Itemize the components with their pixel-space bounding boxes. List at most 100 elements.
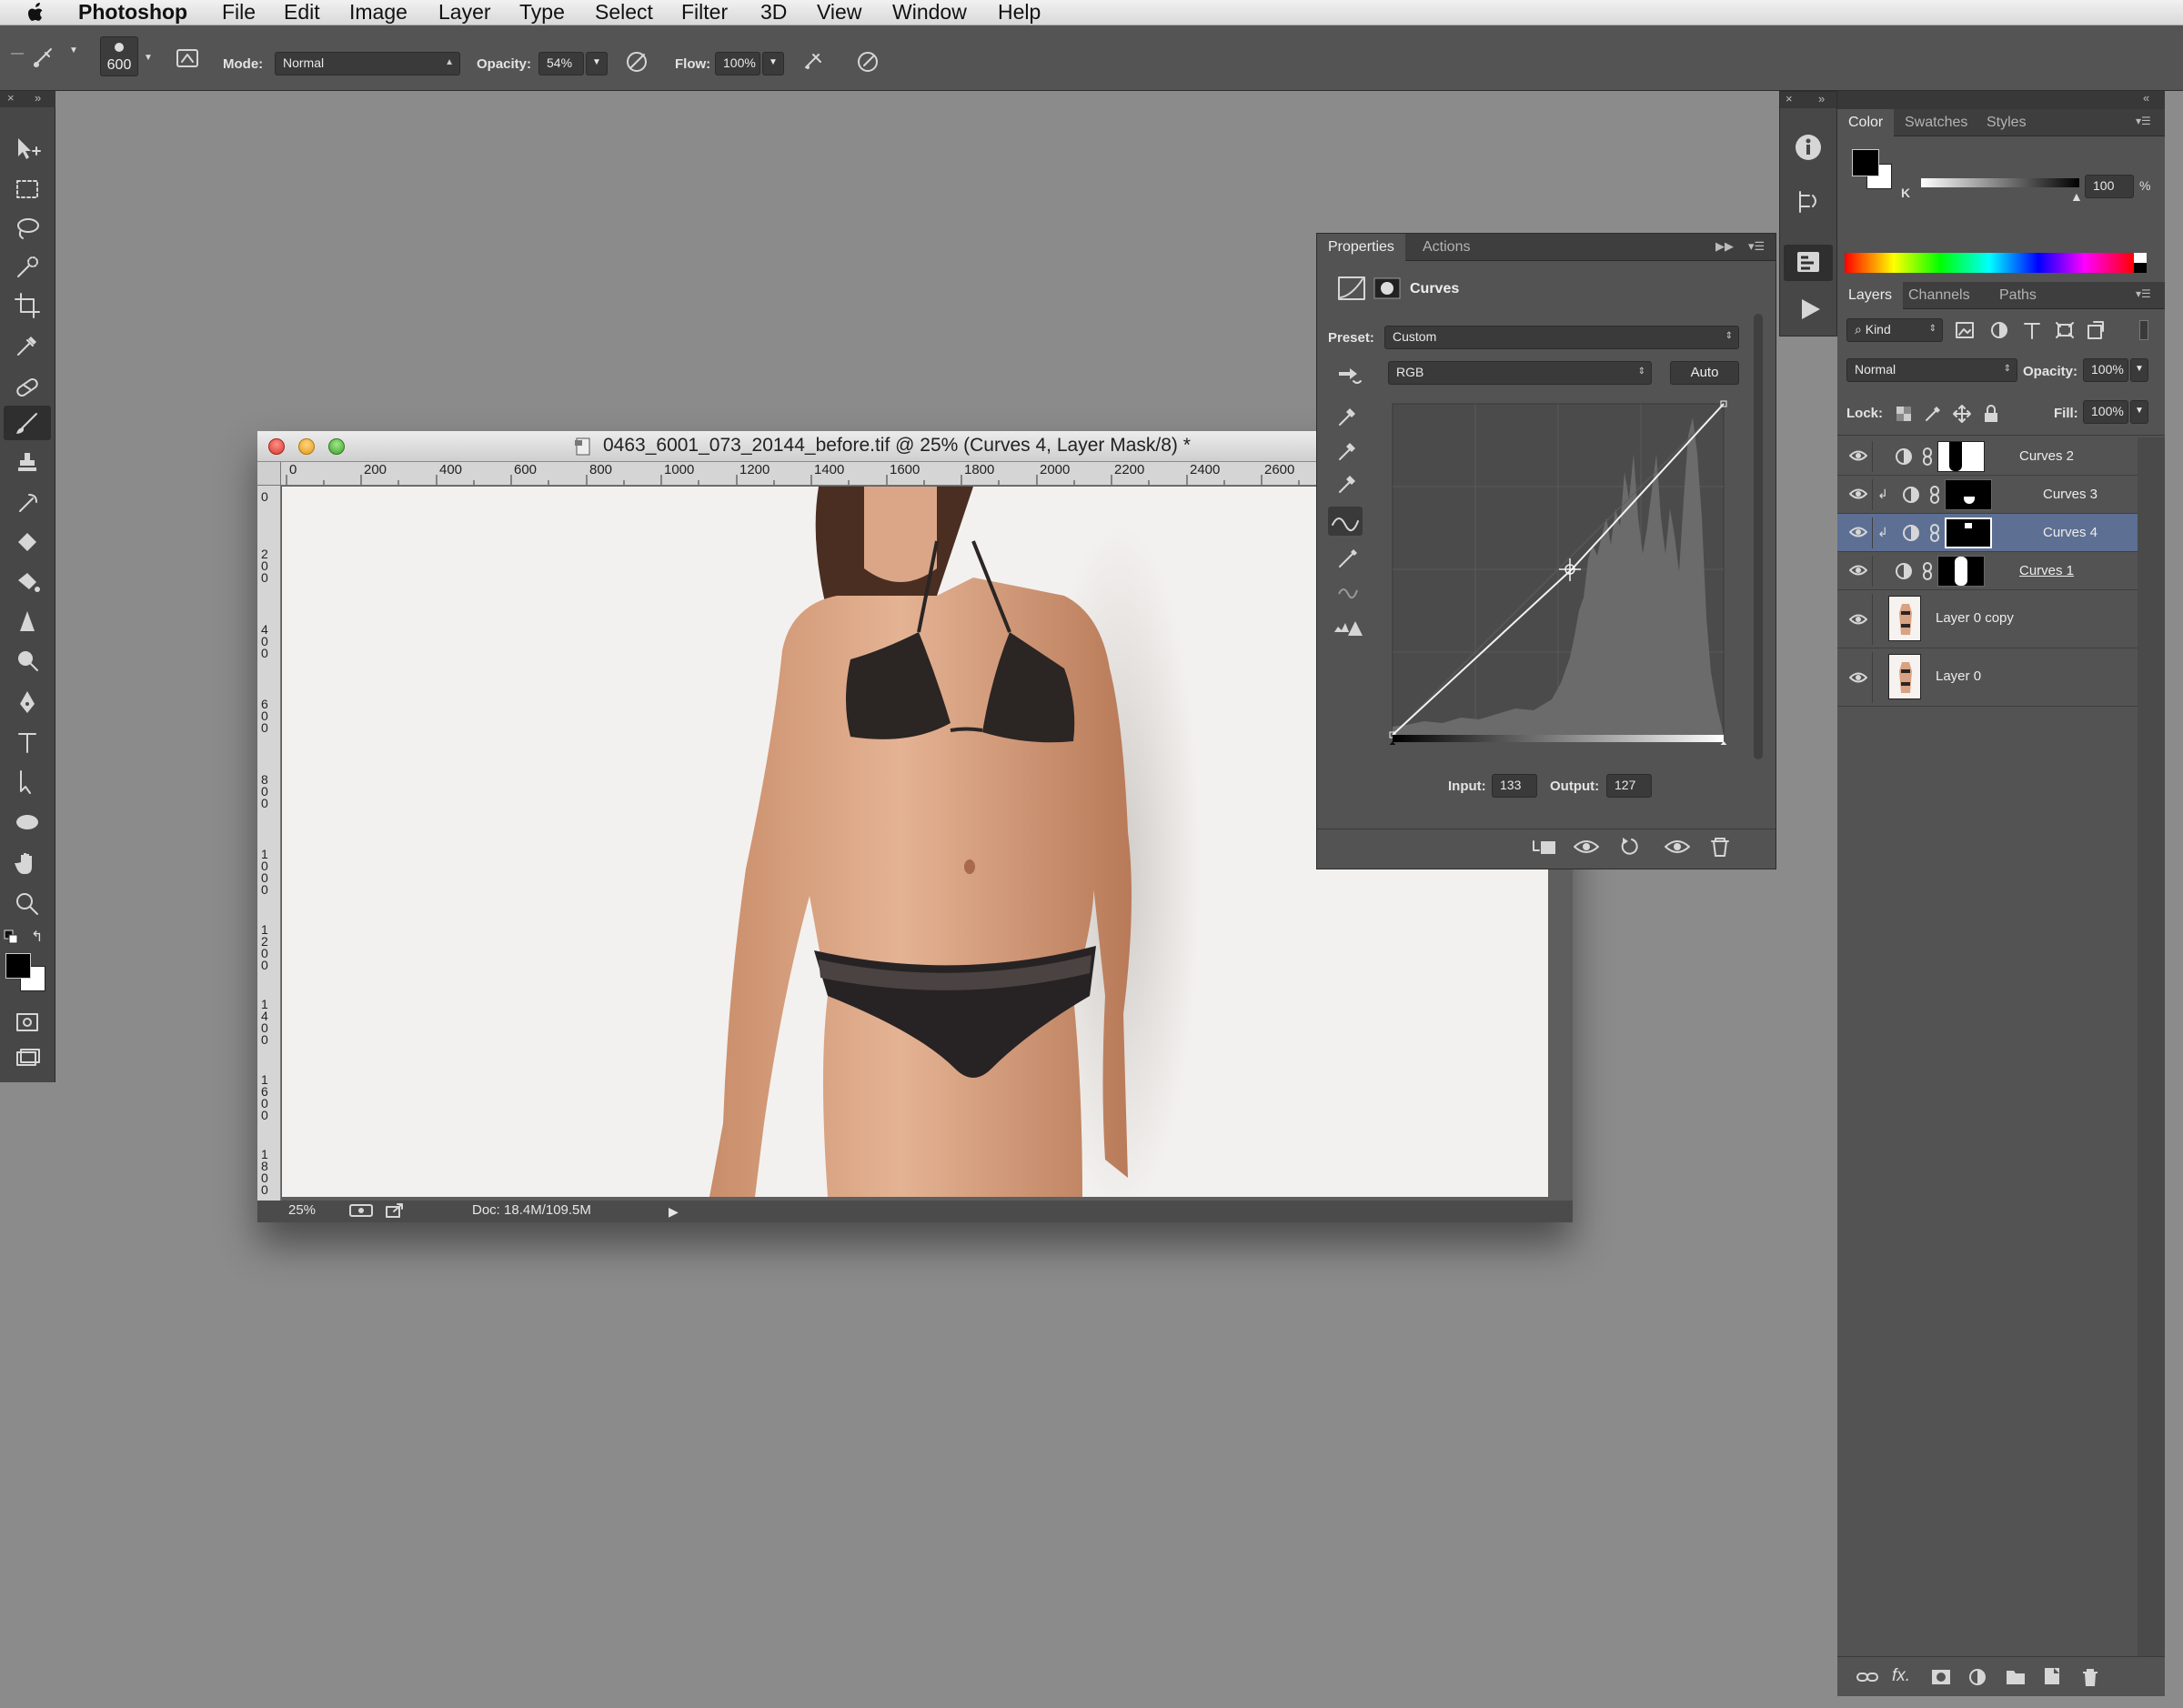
white-point-eyedropper-icon[interactable] (1335, 470, 1361, 500)
k-slider-track[interactable] (1921, 178, 2079, 187)
tab-color[interactable]: Color (1837, 109, 1895, 136)
share-icon[interactable] (385, 1202, 405, 1222)
new-layer-icon[interactable] (2041, 1666, 2063, 1691)
quick-selection-tool-icon[interactable] (9, 251, 45, 284)
visibility-eye-icon[interactable] (1848, 670, 1868, 688)
pressure-opacity-icon[interactable] (624, 47, 653, 78)
gray-point-eyedropper-icon[interactable] (1335, 437, 1361, 467)
quick-mask-icon[interactable] (9, 1006, 45, 1039)
expand-dock-icon[interactable]: » (1818, 92, 1825, 105)
layer-thumbnail[interactable] (1888, 596, 1921, 641)
mode-select[interactable]: Normal ▲ (275, 52, 460, 75)
menu-view[interactable]: View (817, 0, 861, 25)
menu-select[interactable]: Select (595, 0, 653, 25)
menu-image[interactable]: Image (349, 0, 407, 25)
reset-adjustment-icon[interactable] (1615, 834, 1648, 859)
tab-paths[interactable]: Paths (1988, 282, 2047, 309)
zoom-tool-icon[interactable] (9, 888, 45, 920)
filter-type-icon[interactable] (2021, 320, 2043, 345)
close-panel-icon[interactable]: × (7, 91, 15, 105)
vertical-ruler[interactable]: 0 200 400 600 800 1000 1200 1400 1600 18… (257, 462, 281, 1201)
lock-transparent-icon[interactable] (1894, 404, 1914, 428)
layer-filter-kind-select[interactable]: ⌕ Kind ⇕ (1846, 318, 1943, 342)
properties-scrollbar[interactable] (1754, 314, 1763, 759)
brush-tool-icon[interactable] (29, 44, 81, 75)
menu-help[interactable]: Help (998, 0, 1041, 25)
visibility-eye-icon[interactable] (1848, 563, 1868, 581)
visibility-eye-icon[interactable] (1848, 612, 1868, 630)
lock-all-icon[interactable] (1981, 404, 2001, 428)
tab-styles[interactable]: Styles (1976, 109, 2037, 136)
brush-panel-icon[interactable] (175, 47, 200, 73)
hand-tool-icon[interactable] (9, 848, 45, 880)
layer-mask-thumbnail[interactable] (1945, 479, 1992, 510)
input-field[interactable]: 133 (1492, 774, 1537, 798)
layer-name[interactable]: Curves 1 (2019, 563, 2074, 578)
layer-name[interactable]: Layer 0 (1936, 668, 1981, 684)
lasso-tool-icon[interactable] (9, 212, 45, 245)
eraser-tool-icon[interactable] (9, 526, 45, 558)
new-group-icon[interactable] (2005, 1666, 2027, 1691)
preset-select[interactable]: Custom ⇕ (1384, 326, 1739, 349)
layer-row[interactable]: Curves 1 (1837, 552, 2138, 590)
layer-mask-icon[interactable] (1373, 277, 1401, 304)
collapse-right-dock-icon[interactable]: « (2143, 91, 2149, 105)
move-tool-icon[interactable] (9, 133, 45, 166)
black-point-eyedropper-icon[interactable] (1335, 403, 1361, 433)
tab-actions[interactable]: Actions (1412, 234, 1481, 261)
grip-handle[interactable] (11, 53, 24, 55)
brush-size-picker[interactable]: 600 (100, 36, 138, 76)
tool-preset-arrow-icon[interactable]: ▼ (69, 45, 78, 55)
collapse-panel-icon[interactable]: ▶▶ (1715, 239, 1734, 254)
filter-toggle-switch[interactable] (2139, 320, 2148, 340)
close-dock-icon[interactable]: × (1786, 92, 1793, 105)
mask-link-icon[interactable] (1921, 561, 1934, 585)
pressure-size-icon[interactable] (855, 47, 884, 78)
fill-field[interactable]: 100% (2083, 400, 2128, 424)
clipping-warning-icon[interactable] (1332, 616, 1364, 646)
expand-panel-icon[interactable]: » (35, 91, 41, 105)
link-layers-icon[interactable] (1856, 1668, 1879, 1691)
info-icon[interactable] (1793, 132, 1824, 167)
layer-name[interactable]: Curves 4 (2043, 525, 2097, 540)
layer-row[interactable]: Curves 2 (1837, 437, 2138, 476)
properties-dock-button[interactable] (1784, 245, 1833, 281)
tab-properties[interactable]: Properties (1317, 234, 1405, 261)
dodge-tool-icon[interactable] (9, 644, 45, 677)
flow-dropdown-arrow-icon[interactable]: ▼ (762, 52, 784, 75)
lock-image-pixels-icon[interactable] (1923, 404, 1943, 428)
auto-button[interactable]: Auto (1670, 361, 1739, 385)
blur-tool-icon[interactable] (9, 606, 45, 638)
menu-window[interactable]: Window (892, 0, 967, 25)
mask-link-icon[interactable] (1928, 485, 1941, 508)
view-previous-state-icon[interactable] (1572, 834, 1605, 859)
layer-row[interactable]: Layer 0 copy (1837, 590, 2138, 648)
menu-file[interactable]: File (222, 0, 256, 25)
layer-opacity-arrow-icon[interactable]: ▼ (2130, 358, 2148, 382)
layer-mask-thumbnail[interactable] (1945, 517, 1992, 548)
lock-position-icon[interactable] (1952, 404, 1972, 428)
layer-mask-thumbnail[interactable] (1937, 556, 1985, 587)
delete-adjustment-icon[interactable] (1705, 834, 1737, 859)
layer-name[interactable]: Layer 0 copy (1936, 610, 2014, 626)
healing-brush-tool-icon[interactable] (9, 371, 45, 404)
swap-colors-icon[interactable]: ↰ (31, 928, 43, 946)
fill-arrow-icon[interactable]: ▼ (2130, 400, 2148, 424)
layer-name[interactable]: Curves 2 (2019, 448, 2074, 464)
menu-type[interactable]: Type (519, 0, 565, 25)
foreground-color-swatch[interactable] (5, 953, 31, 979)
minimize-window-button[interactable] (298, 438, 315, 455)
k-slider-handle-icon[interactable]: ▲ (2070, 189, 2083, 204)
color-foreground-swatch[interactable] (1852, 149, 1879, 176)
filter-shape-icon[interactable] (2054, 320, 2076, 345)
zoom-window-button[interactable] (328, 438, 345, 455)
pen-tool-icon[interactable] (9, 686, 45, 718)
filter-adjustment-icon[interactable] (1988, 320, 2010, 345)
channel-select[interactable]: RGB ⇕ (1388, 361, 1652, 385)
layer-row[interactable]: ↲ Curves 3 (1837, 476, 2138, 514)
marquee-tool-icon[interactable] (9, 173, 45, 206)
tab-channels[interactable]: Channels (1897, 282, 1981, 309)
clip-to-layer-icon[interactable] (1528, 834, 1561, 859)
brush-size-arrow-icon[interactable]: ▼ (144, 53, 153, 63)
output-field[interactable]: 127 (1606, 774, 1652, 798)
